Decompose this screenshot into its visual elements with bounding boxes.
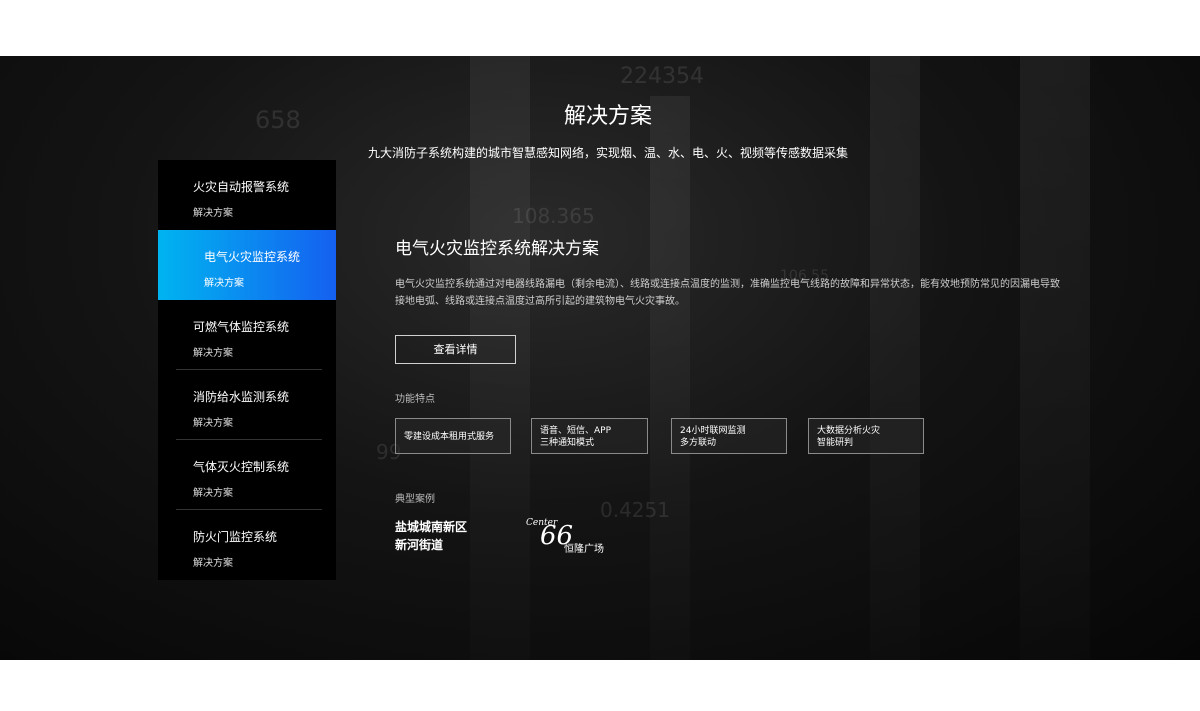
sidebar-item-water-supply[interactable]: 消防给水监测系统 解决方案 [158, 370, 336, 440]
sidebar-item-subtitle: 解决方案 [193, 488, 233, 499]
solution-description: 电气火灾监控系统通过对电器线路漏电（剩余电流）、线路或连接点温度的监测，准确监控… [395, 279, 1060, 307]
feature-card: 语音、短信、APP 三种通知模式 [531, 418, 648, 454]
sidebar-item-subtitle: 解决方案 [193, 558, 233, 569]
feature-text: 智能研判 [817, 438, 854, 448]
solutions-section: 224354 658 108.365 106.55 99 0.4251 解决方案… [0, 56, 1200, 660]
section-subtitle: 九大消防子系统构建的城市智慧感知网络，实现烟、温、水、电、火、视频等传感数据采集 [367, 146, 848, 160]
sidebar-item-title: 气体灭火控制系统 [193, 460, 290, 474]
cases-label: 典型案例 [395, 494, 435, 505]
sidebar-item-fire-alarm[interactable]: 火灾自动报警系统 解决方案 [158, 160, 336, 230]
sidebar-item-combustible-gas[interactable]: 可燃气体监控系统 解决方案 [158, 300, 336, 370]
case-logo-name: 恒隆广场 [564, 544, 604, 555]
case-name-line1: 盐城城南新区 [395, 520, 468, 534]
sidebar-item-subtitle: 解决方案 [193, 208, 233, 219]
feature-card: 24小时联网监测 多方联动 [671, 418, 787, 454]
bg-pillar [650, 96, 690, 660]
solution-title: 电气火灾监控系统解决方案 [395, 239, 599, 259]
features-label: 功能特点 [395, 394, 435, 405]
sidebar-item-title: 火灾自动报警系统 [193, 180, 290, 194]
sidebar-item-fire-door[interactable]: 防火门监控系统 解决方案 [158, 510, 336, 580]
feature-card: 零建设成本租用式服务 [395, 418, 511, 454]
case-logo-center66[interactable]: Center 66 恒隆广场 [524, 516, 614, 556]
sidebar-item-subtitle: 解决方案 [193, 348, 233, 359]
solution-sidebar: 火灾自动报警系统 解决方案 电气火灾监控系统 解决方案 可燃气体监控系统 解决方… [158, 160, 336, 580]
feature-card: 大数据分析火灾 智能研判 [808, 418, 924, 454]
sidebar-item-title: 消防给水监测系统 [193, 390, 290, 404]
sidebar-item-electrical-fire[interactable]: 电气火灾监控系统 解决方案 [158, 230, 336, 300]
sidebar-item-subtitle: 解决方案 [204, 278, 244, 289]
sidebar-item-title: 电气火灾监控系统 [204, 250, 301, 264]
section-title: 解决方案 [563, 104, 652, 129]
bg-number: 224354 [620, 64, 704, 89]
bg-number: 108.365 [512, 204, 595, 228]
sidebar-item-subtitle: 解决方案 [193, 418, 233, 429]
sidebar-item-title: 防火门监控系统 [193, 530, 278, 544]
case-logo-yancheng[interactable]: 盐城城南新区 新河街道 [395, 518, 467, 554]
case-name-line2: 新河街道 [395, 538, 444, 552]
sidebar-item-title: 可燃气体监控系统 [193, 320, 290, 334]
feature-text: 多方联动 [680, 438, 717, 448]
feature-text: 语音、短信、APP [540, 426, 612, 436]
feature-text: 零建设成本租用式服务 [404, 432, 495, 442]
feature-text: 大数据分析火灾 [817, 426, 881, 436]
feature-text: 24小时联网监测 [680, 426, 746, 436]
feature-text: 三种通知模式 [540, 438, 595, 448]
view-details-button[interactable]: 查看详情 [395, 335, 516, 364]
sidebar-item-gas-extinguishing[interactable]: 气体灭火控制系统 解决方案 [158, 440, 336, 510]
